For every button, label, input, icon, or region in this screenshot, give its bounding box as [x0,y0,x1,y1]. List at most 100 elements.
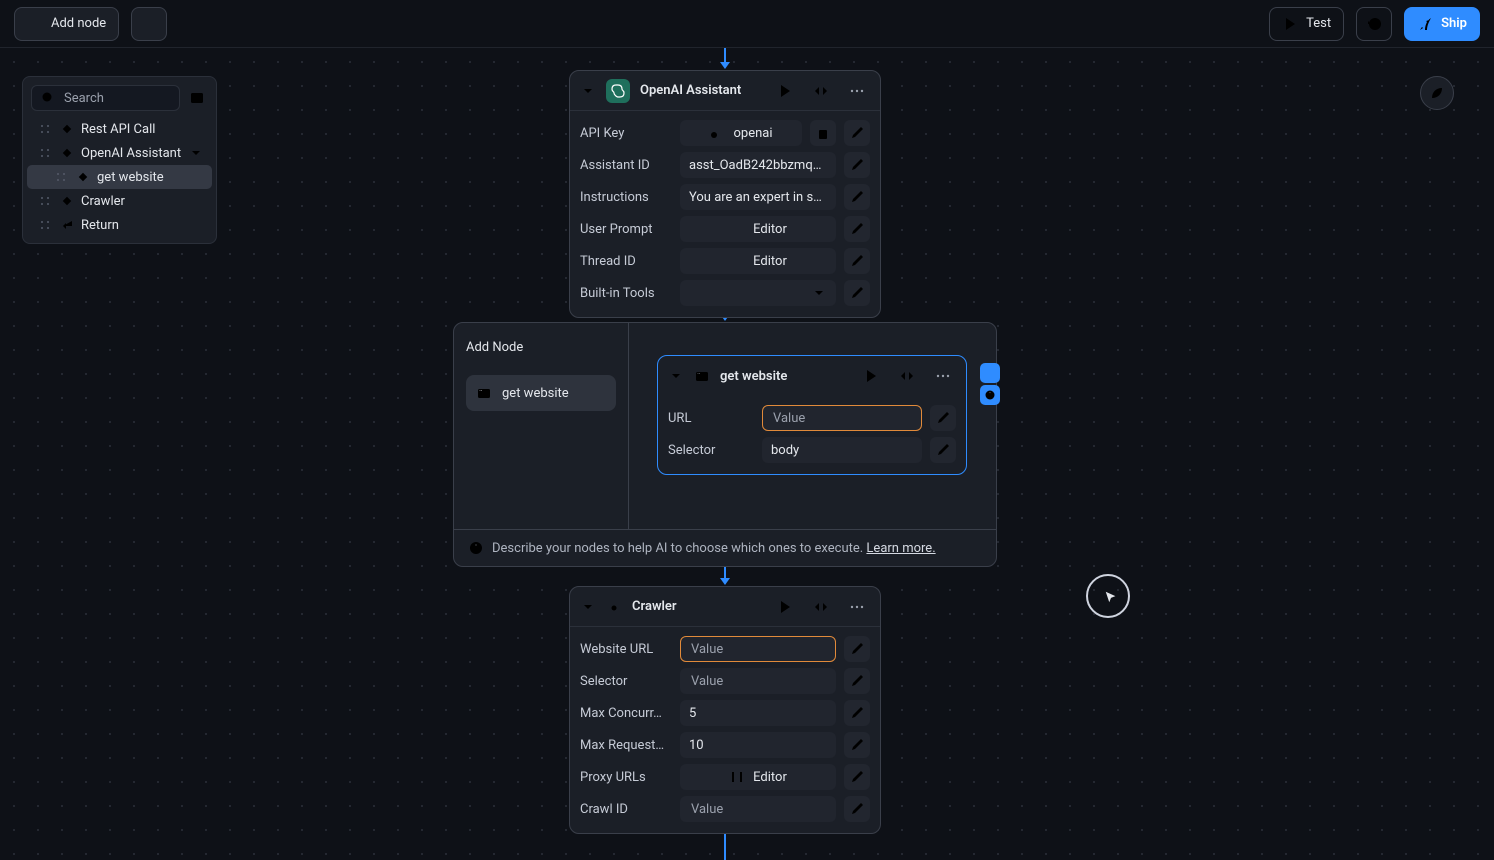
node-code-button[interactable] [894,363,920,389]
test-button[interactable]: Test [1269,7,1344,41]
selector-input[interactable] [689,673,827,690]
collapse-toggle[interactable] [580,83,596,99]
connector-arrow [720,62,730,69]
api-key-value[interactable]: openai [680,120,802,146]
url-input[interactable] [771,410,913,427]
delete-button[interactable] [810,120,836,146]
field-website-url: Website URL [580,635,870,663]
return-icon [59,217,75,233]
collapse-toggle[interactable] [668,368,684,384]
field-label: API Key [580,126,672,141]
magic-wand-button[interactable] [131,7,167,41]
edit-button[interactable] [844,796,870,822]
outline-toggle-button[interactable] [186,85,208,111]
spider-icon [606,599,622,615]
drag-handle-icon [37,145,53,161]
web-icon [694,368,710,384]
crawl-id-input-wrap[interactable] [680,796,836,822]
add-node-label: Add node [51,16,106,31]
outline-search[interactable] [31,85,180,111]
max-requests-value[interactable]: 10 [680,732,836,758]
outline-item-crawler[interactable]: Crawler [27,189,212,213]
edit-button[interactable] [844,700,870,726]
node-crawler[interactable]: Crawler Website URL Selector Max Concurr… [569,586,881,834]
history-button[interactable] [1356,7,1392,41]
outline-item-openai-assistant[interactable]: OpenAI Assistant [27,141,212,165]
node-code-button[interactable] [808,78,834,104]
assistant-id-value[interactable]: asst_OadB242bbzmqS… [680,152,836,178]
edit-button[interactable] [930,405,956,431]
leaf-icon [1429,85,1445,101]
code-icon [813,83,829,99]
info-icon [468,540,484,556]
field-label: Max Request… [580,738,672,753]
field-label: Instructions [580,190,672,205]
edit-button[interactable] [844,248,870,274]
field-url: URL [668,404,956,432]
learn-more-link[interactable]: Learn more. [866,541,935,556]
url-input-wrap[interactable] [762,405,922,431]
edit-button[interactable] [844,152,870,178]
node-run-button[interactable] [772,594,798,620]
add-node-plus-button[interactable] [600,339,616,355]
pencil-icon [849,125,865,141]
ship-label: Ship [1441,16,1467,31]
thread-id-value[interactable]: Editor [680,248,836,274]
connector-line [724,48,726,62]
rail-info-button[interactable] [980,385,1000,405]
crawl-id-input[interactable] [689,801,827,818]
ai-suggest-button[interactable] [736,437,754,463]
api-key-text: openai [733,126,772,141]
node-more-button[interactable] [844,78,870,104]
edit-button[interactable] [844,764,870,790]
edit-button[interactable] [930,437,956,463]
more-icon [849,599,865,615]
code-icon [899,368,915,384]
field-label: Crawl ID [580,802,672,817]
node-more-button[interactable] [930,363,956,389]
tool-tag-get-website[interactable]: get website [466,375,616,411]
selector-value[interactable]: body [762,437,922,463]
node-get-website[interactable]: get website URL [657,355,967,475]
collapse-toggle[interactable] [580,599,596,615]
proxy-urls-value[interactable]: Editor [680,764,836,790]
help-button[interactable] [1420,76,1454,110]
builtin-tools-value[interactable] [680,280,836,306]
ai-suggest-button[interactable] [736,405,754,431]
website-url-input-wrap[interactable] [680,636,836,662]
outline-item-get-website[interactable]: get website [27,165,212,189]
node-openai-assistant[interactable]: OpenAI Assistant API Key openai Assistan… [569,70,881,318]
node-more-button[interactable] [844,594,870,620]
outline-item-rest-api[interactable]: Rest API Call [27,117,212,141]
ship-button[interactable]: Ship [1404,7,1480,41]
node-code-button[interactable] [808,594,834,620]
edit-button[interactable] [844,280,870,306]
pencil-icon [849,705,865,721]
outline-item-return[interactable]: Return [27,213,212,237]
node-run-button[interactable] [858,363,884,389]
user-prompt-value[interactable]: Editor [680,216,836,242]
edit-button[interactable] [844,668,870,694]
max-concurrency-value[interactable]: 5 [680,700,836,726]
diamond-icon [59,193,75,209]
connector-arrow [720,578,730,585]
edit-button[interactable] [844,636,870,662]
field-max-concurrency: Max Concurr… 5 [580,699,870,727]
field-proxy-urls: Proxy URLs Editor [580,763,870,791]
field-assistant-id: Assistant ID asst_OadB242bbzmqS… [580,151,870,179]
node-run-button[interactable] [772,78,798,104]
chevron-down-icon [188,145,204,161]
chevron-down-icon [580,599,596,615]
instructions-value[interactable]: You are an expert in se… [680,184,836,210]
rail-wand-button[interactable] [980,363,1000,383]
website-url-input[interactable] [689,641,827,658]
edit-button[interactable] [844,216,870,242]
edit-button[interactable] [844,184,870,210]
selector-input-wrap[interactable] [680,668,836,694]
edit-button[interactable] [844,120,870,146]
field-instructions: Instructions You are an expert in se… [580,183,870,211]
edit-button[interactable] [844,732,870,758]
drag-handle-icon [37,217,53,233]
search-input[interactable] [62,90,171,107]
add-node-button[interactable]: Add node [14,7,119,41]
